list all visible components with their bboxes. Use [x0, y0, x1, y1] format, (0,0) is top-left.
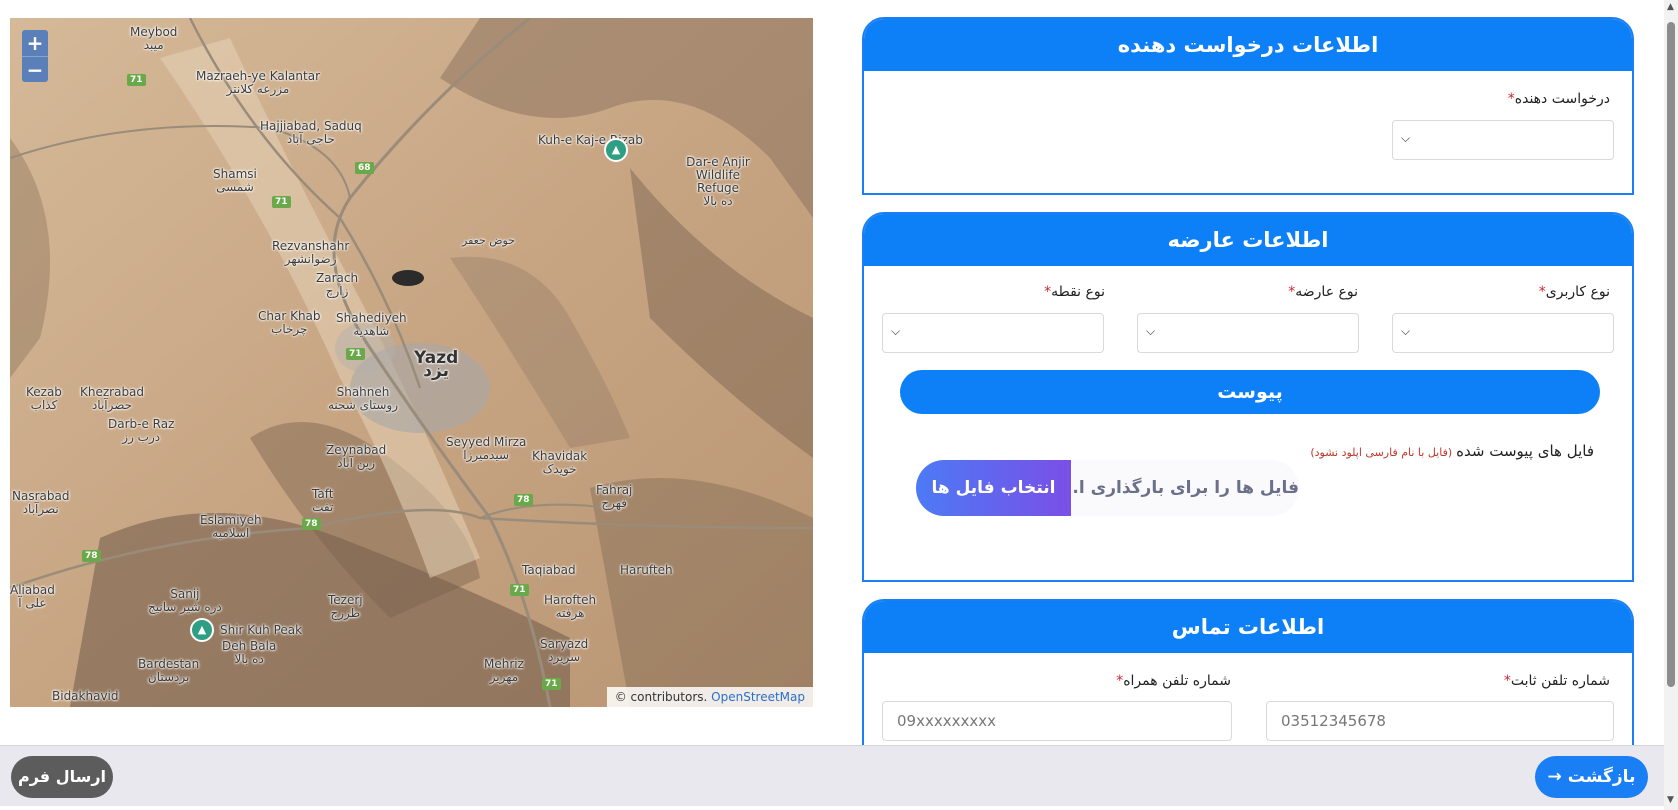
submit-form-button[interactable]: ارسال فرم: [11, 756, 113, 798]
chevron-down-icon: ⌵: [891, 324, 901, 338]
map-terrain: [10, 18, 813, 707]
map-label: حوض جعفر: [462, 234, 516, 247]
feature-type-label: نوع عارضه*: [1288, 284, 1358, 300]
road-shield: 71: [510, 584, 529, 596]
map-attribution: © contributors. OpenStreetMap: [606, 687, 813, 707]
chevron-down-icon: ⌵: [1401, 324, 1411, 338]
map-label: Bardestan بردستان: [138, 657, 200, 684]
map-label-city: Yazd یزد: [414, 348, 459, 381]
map-label: Zarach زارچ: [316, 271, 359, 298]
map-label: Rezvanshahr رضوانشهر: [272, 239, 350, 266]
map-label: Shahediyeh شاهدیه: [336, 311, 407, 338]
usage-type-select[interactable]: ⌵: [1392, 313, 1614, 353]
map-label: Darb-e Raz درب رز: [108, 417, 175, 444]
zoom-in-button[interactable]: +: [22, 30, 48, 56]
attach-button[interactable]: پیوست: [900, 370, 1600, 414]
road-shield: 78: [302, 518, 321, 530]
map-label: Khezrabad حضرآباد: [80, 385, 145, 412]
applicant-panel: اطلاعات درخواست دهنده درخواست دهنده* ⌵: [862, 17, 1634, 195]
road-shield: 71: [346, 348, 365, 360]
map-label: Seyyed Mirza سیدمیرزا: [446, 435, 527, 462]
applicant-select[interactable]: ⌵: [1392, 120, 1614, 160]
zoom-out-button[interactable]: −: [22, 56, 48, 82]
road-shield: 71: [542, 678, 561, 690]
map-label: Nasrabad نصرآباد: [12, 489, 70, 516]
feature-type-select[interactable]: ⌵: [1137, 313, 1359, 353]
chevron-down-icon: ⌵: [1401, 131, 1411, 145]
road-shield: 78: [514, 494, 533, 506]
applicant-label: درخواست دهنده*: [1507, 91, 1610, 107]
road-shield: 71: [272, 196, 291, 208]
map-label: Tezerj طزرج: [328, 593, 363, 620]
back-button[interactable]: → بازگشت: [1535, 756, 1648, 798]
map-label: Khavidak خویدک: [532, 449, 588, 476]
map-label: Harufteh: [620, 563, 673, 577]
peak-icon: ▲: [604, 138, 628, 162]
map-label: Aliabad علی آ: [10, 583, 55, 610]
mobile-input[interactable]: [882, 701, 1232, 741]
map-label: Eslamiyeh اسلامیه: [200, 513, 262, 540]
openstreetmap-link[interactable]: OpenStreetMap: [711, 690, 805, 704]
usage-type-label: نوع کاربری*: [1538, 284, 1610, 300]
landline-input[interactable]: [1266, 701, 1614, 741]
file-upload-widget: فایل ها را برای بارگذاری ا... انتخاب فای…: [864, 446, 1634, 536]
map-label: Hajjiabad, Saduq حاجی آباد: [260, 119, 362, 146]
page-scrollbar[interactable]: ▲ ▼: [1664, 0, 1678, 810]
map-label: Fahraj فهرج: [596, 483, 633, 510]
feature-panel: اطلاعات عارضه نوع کاربری* نوع عارضه* نوع…: [862, 212, 1634, 582]
map-label: Harofteh هرفته: [544, 593, 597, 620]
zoom-control: + −: [22, 30, 48, 82]
point-type-select[interactable]: ⌵: [882, 313, 1104, 353]
map-label: Bidakhavid: [52, 689, 119, 703]
scroll-thumb[interactable]: [1667, 22, 1675, 687]
scroll-down-icon[interactable]: ▼: [1667, 795, 1674, 805]
map-label: Deh Bala ده بالا: [222, 639, 277, 666]
contact-panel-title: اطلاعات تماس: [864, 601, 1632, 653]
map-label: Taqiabad: [522, 563, 576, 577]
applicant-panel-title: اطلاعات درخواست دهنده: [864, 19, 1632, 71]
landline-label: شماره تلفن ثابت*: [1503, 673, 1610, 689]
map-label: Dar-e Anjir Wildlife Refuge ده بالا: [686, 155, 750, 208]
map-label: Char Khab چرخاب: [258, 309, 321, 336]
map-label: Shahneh روستای شحنه: [328, 385, 398, 412]
file-drop-zone[interactable]: فایل ها را برای بارگذاری ا...: [1069, 460, 1299, 516]
map-label: Saryazd سریزد: [540, 637, 589, 664]
map-view[interactable]: + − Meybod میبد Mazraeh-ye Kalantar مزرعه …: [10, 18, 813, 707]
map-label: Mazraeh-ye Kalantar مزرعه کلانتر: [196, 69, 320, 96]
map-label: Meybod میبد: [130, 25, 178, 52]
map-label: Taft تفت: [312, 487, 334, 514]
road-shield: 71: [127, 74, 146, 86]
road-shield: 78: [82, 550, 101, 562]
map-label: Kezab کذاب: [26, 385, 62, 412]
peak-icon: ▲: [190, 618, 214, 642]
map-label: Zeynabad زین آباد: [326, 443, 387, 470]
choose-files-button[interactable]: انتخاب فایل ها: [916, 460, 1071, 516]
road-shield: 68: [355, 162, 374, 174]
map-label: Mehriz مهریز: [484, 657, 524, 684]
bottom-action-bar: ارسال فرم → بازگشت: [0, 745, 1664, 806]
feature-panel-title: اطلاعات عارضه: [864, 214, 1632, 266]
scroll-up-icon[interactable]: ▲: [1667, 2, 1674, 12]
contact-panel: اطلاعات تماس شماره تلفن ثابت* شماره تلفن…: [862, 599, 1634, 759]
map-label: Shir Kuh Peak: [220, 623, 303, 637]
map-label: Shamsi شمسی: [213, 167, 257, 194]
map-label: Sanij دره شیر سانیج: [148, 587, 222, 614]
mobile-label: شماره تلفن همراه*: [1116, 673, 1231, 689]
chevron-down-icon: ⌵: [1146, 324, 1156, 338]
point-type-label: نوع نقطه*: [1044, 284, 1105, 300]
